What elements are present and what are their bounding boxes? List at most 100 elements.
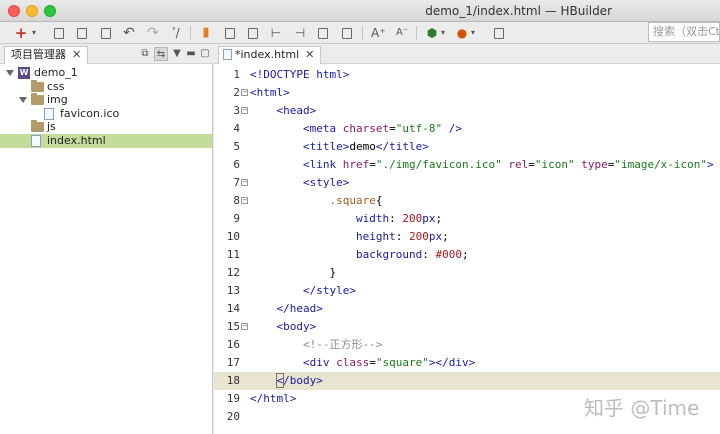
open-file-icon[interactable] <box>101 28 111 39</box>
code-line[interactable]: 5 <title>demo</title> <box>214 138 720 156</box>
code-line[interactable]: 13 </style> <box>214 282 720 300</box>
code-line[interactable]: 1 <!DOCTYPE html> <box>214 66 720 84</box>
export-icon[interactable] <box>248 28 258 39</box>
code-line[interactable]: 2− <html> <box>214 84 720 102</box>
redo-icon[interactable]: ↷ <box>146 25 160 41</box>
code-text[interactable]: <div class="square"></div> <box>250 354 475 372</box>
code-line[interactable]: 15− <body> <box>214 318 720 336</box>
code-line[interactable]: 3− <head> <box>214 102 720 120</box>
tree-item-demo-1[interactable]: Wdemo_1 <box>0 66 212 80</box>
fold-toggle-icon[interactable]: − <box>241 107 248 114</box>
code-text[interactable]: .square{ <box>250 192 382 210</box>
file-icon <box>44 107 54 120</box>
tree-item-img[interactable]: img <box>0 93 212 107</box>
help-icon[interactable] <box>494 28 504 39</box>
step-icon[interactable]: ⊢ <box>269 25 283 41</box>
code-text[interactable]: <!DOCTYPE html> <box>250 66 349 84</box>
save-icon[interactable] <box>54 28 64 39</box>
tree-item-css[interactable]: css <box>0 79 212 94</box>
document-icon[interactable] <box>342 28 352 39</box>
new-dropdown-chevron-down-icon[interactable]: ▾ <box>30 25 38 41</box>
run-icon[interactable]: ⬢ <box>425 25 439 41</box>
maximize-panel-icon[interactable]: ▢ <box>198 47 212 61</box>
watermark: 知乎 @Time <box>584 396 700 420</box>
code-line[interactable]: 11 background: #000; <box>214 246 720 264</box>
save-all-icon[interactable] <box>77 28 87 39</box>
close-icon[interactable]: ✕ <box>305 48 314 61</box>
code-text[interactable]: <title>demo</title> <box>250 138 429 156</box>
code-line[interactable]: 4 <meta charset="utf-8" /> <box>214 120 720 138</box>
run-dropdown-chevron-down-icon[interactable]: ▾ <box>439 25 447 41</box>
tree-item-label: img <box>47 93 68 106</box>
code-text[interactable]: </style> <box>250 282 356 300</box>
expand-arrow-icon[interactable] <box>6 70 14 76</box>
collapse-all-icon[interactable]: ⧉ <box>138 47 152 61</box>
code-line[interactable]: 12 } <box>214 264 720 282</box>
project-panel-header: 项目管理器 ✕ ⧉ ⇆ ▼ ▬ ▢ <box>0 44 213 64</box>
line-number: 3 <box>233 104 240 117</box>
link-editor-icon[interactable]: ⇆ <box>154 47 168 61</box>
format-icon[interactable]: ʹ/ <box>169 25 183 41</box>
tree-item-favicon-ico[interactable]: favicon.ico <box>0 107 212 121</box>
code-line[interactable]: 18 </body> <box>214 372 720 390</box>
tree-item-label: css <box>47 79 65 93</box>
tab-project-manager[interactable]: 项目管理器 ✕ <box>4 46 89 64</box>
code-line[interactable]: 16 <!--正方形--> <box>214 336 720 354</box>
line-number: 4 <box>233 122 240 135</box>
code-text[interactable]: <meta charset="utf-8" /> <box>250 120 462 138</box>
window-title: demo_1/index.html — HBuilder <box>425 4 612 18</box>
code-text[interactable]: height: 200px; <box>250 228 449 246</box>
new-plus-icon[interactable]: + <box>14 25 28 41</box>
code-editor[interactable]: *index.html ✕ 1 <!DOCTYPE html> 2− <html> 3− … <box>214 44 720 434</box>
code-line[interactable]: 6 <link href="./img/favicon.ico" rel="ic… <box>214 156 720 174</box>
browser-dropdown-chevron-down-icon[interactable]: ▾ <box>469 25 477 41</box>
terminal-icon[interactable] <box>318 28 328 39</box>
code-text[interactable]: width: 200px; <box>250 210 442 228</box>
code-text[interactable]: </body> <box>250 372 323 390</box>
code-line[interactable]: 17 <div class="square"></div> <box>214 354 720 372</box>
increase-font-icon[interactable]: A⁺ <box>371 25 386 41</box>
code-text[interactable]: background: #000; <box>250 246 469 264</box>
code-text[interactable]: <head> <box>250 102 317 120</box>
decrease-font-icon[interactable]: A⁻ <box>395 25 409 41</box>
code-line[interactable]: 10 height: 200px; <box>214 228 720 246</box>
file-icon <box>31 134 41 147</box>
view-menu-chevron-down-icon[interactable]: ▼ <box>170 47 184 61</box>
code-text[interactable]: <style> <box>250 174 349 192</box>
code-text[interactable]: </head> <box>250 300 323 318</box>
code-line[interactable]: 9 width: 200px; <box>214 210 720 228</box>
tab-index-html[interactable]: *index.html ✕ <box>218 46 322 64</box>
code-text[interactable]: <html> <box>250 84 290 102</box>
code-line[interactable]: 8− .square{ <box>214 192 720 210</box>
code-text[interactable]: <link href="./img/favicon.ico" rel="icon… <box>250 156 714 174</box>
line-number: 11 <box>226 248 240 261</box>
line-number: 13 <box>226 284 240 297</box>
html-file-icon <box>223 49 232 60</box>
undo-icon[interactable]: ↶ <box>122 25 136 41</box>
code-text[interactable]: </html> <box>250 390 296 408</box>
minimize-panel-icon[interactable]: ▬ <box>184 47 198 61</box>
code-text[interactable]: <!--正方形--> <box>250 336 382 354</box>
tree-item-js[interactable]: js <box>0 120 212 134</box>
new-page-icon[interactable] <box>225 28 235 39</box>
fold-toggle-icon[interactable]: − <box>241 179 248 186</box>
code-line[interactable]: 7− <style> <box>214 174 720 192</box>
fold-toggle-icon[interactable]: − <box>241 323 248 330</box>
line-number: 17 <box>226 356 240 369</box>
line-number: 9 <box>233 212 240 225</box>
browser-icon[interactable]: ● <box>455 25 469 41</box>
tree-item-index-html[interactable]: index.html <box>0 133 212 148</box>
code-text[interactable]: <body> <box>250 318 317 336</box>
tree-item-label: js <box>47 120 56 133</box>
editor-tab-label: *index.html <box>235 48 300 61</box>
close-icon[interactable]: ✕ <box>72 48 81 61</box>
expand-arrow-icon[interactable] <box>19 97 27 103</box>
code-line[interactable]: 14 </head> <box>214 300 720 318</box>
search-input[interactable]: 搜索（双击Ctrl） <box>648 22 720 42</box>
fold-toggle-icon[interactable]: − <box>241 197 248 204</box>
jump-icon[interactable]: ⊣ <box>293 25 307 41</box>
fold-toggle-icon[interactable]: − <box>241 89 248 96</box>
line-number: 1 <box>233 68 240 81</box>
bookmark-icon[interactable]: ▮ <box>201 25 211 41</box>
code-text[interactable]: } <box>250 264 336 282</box>
